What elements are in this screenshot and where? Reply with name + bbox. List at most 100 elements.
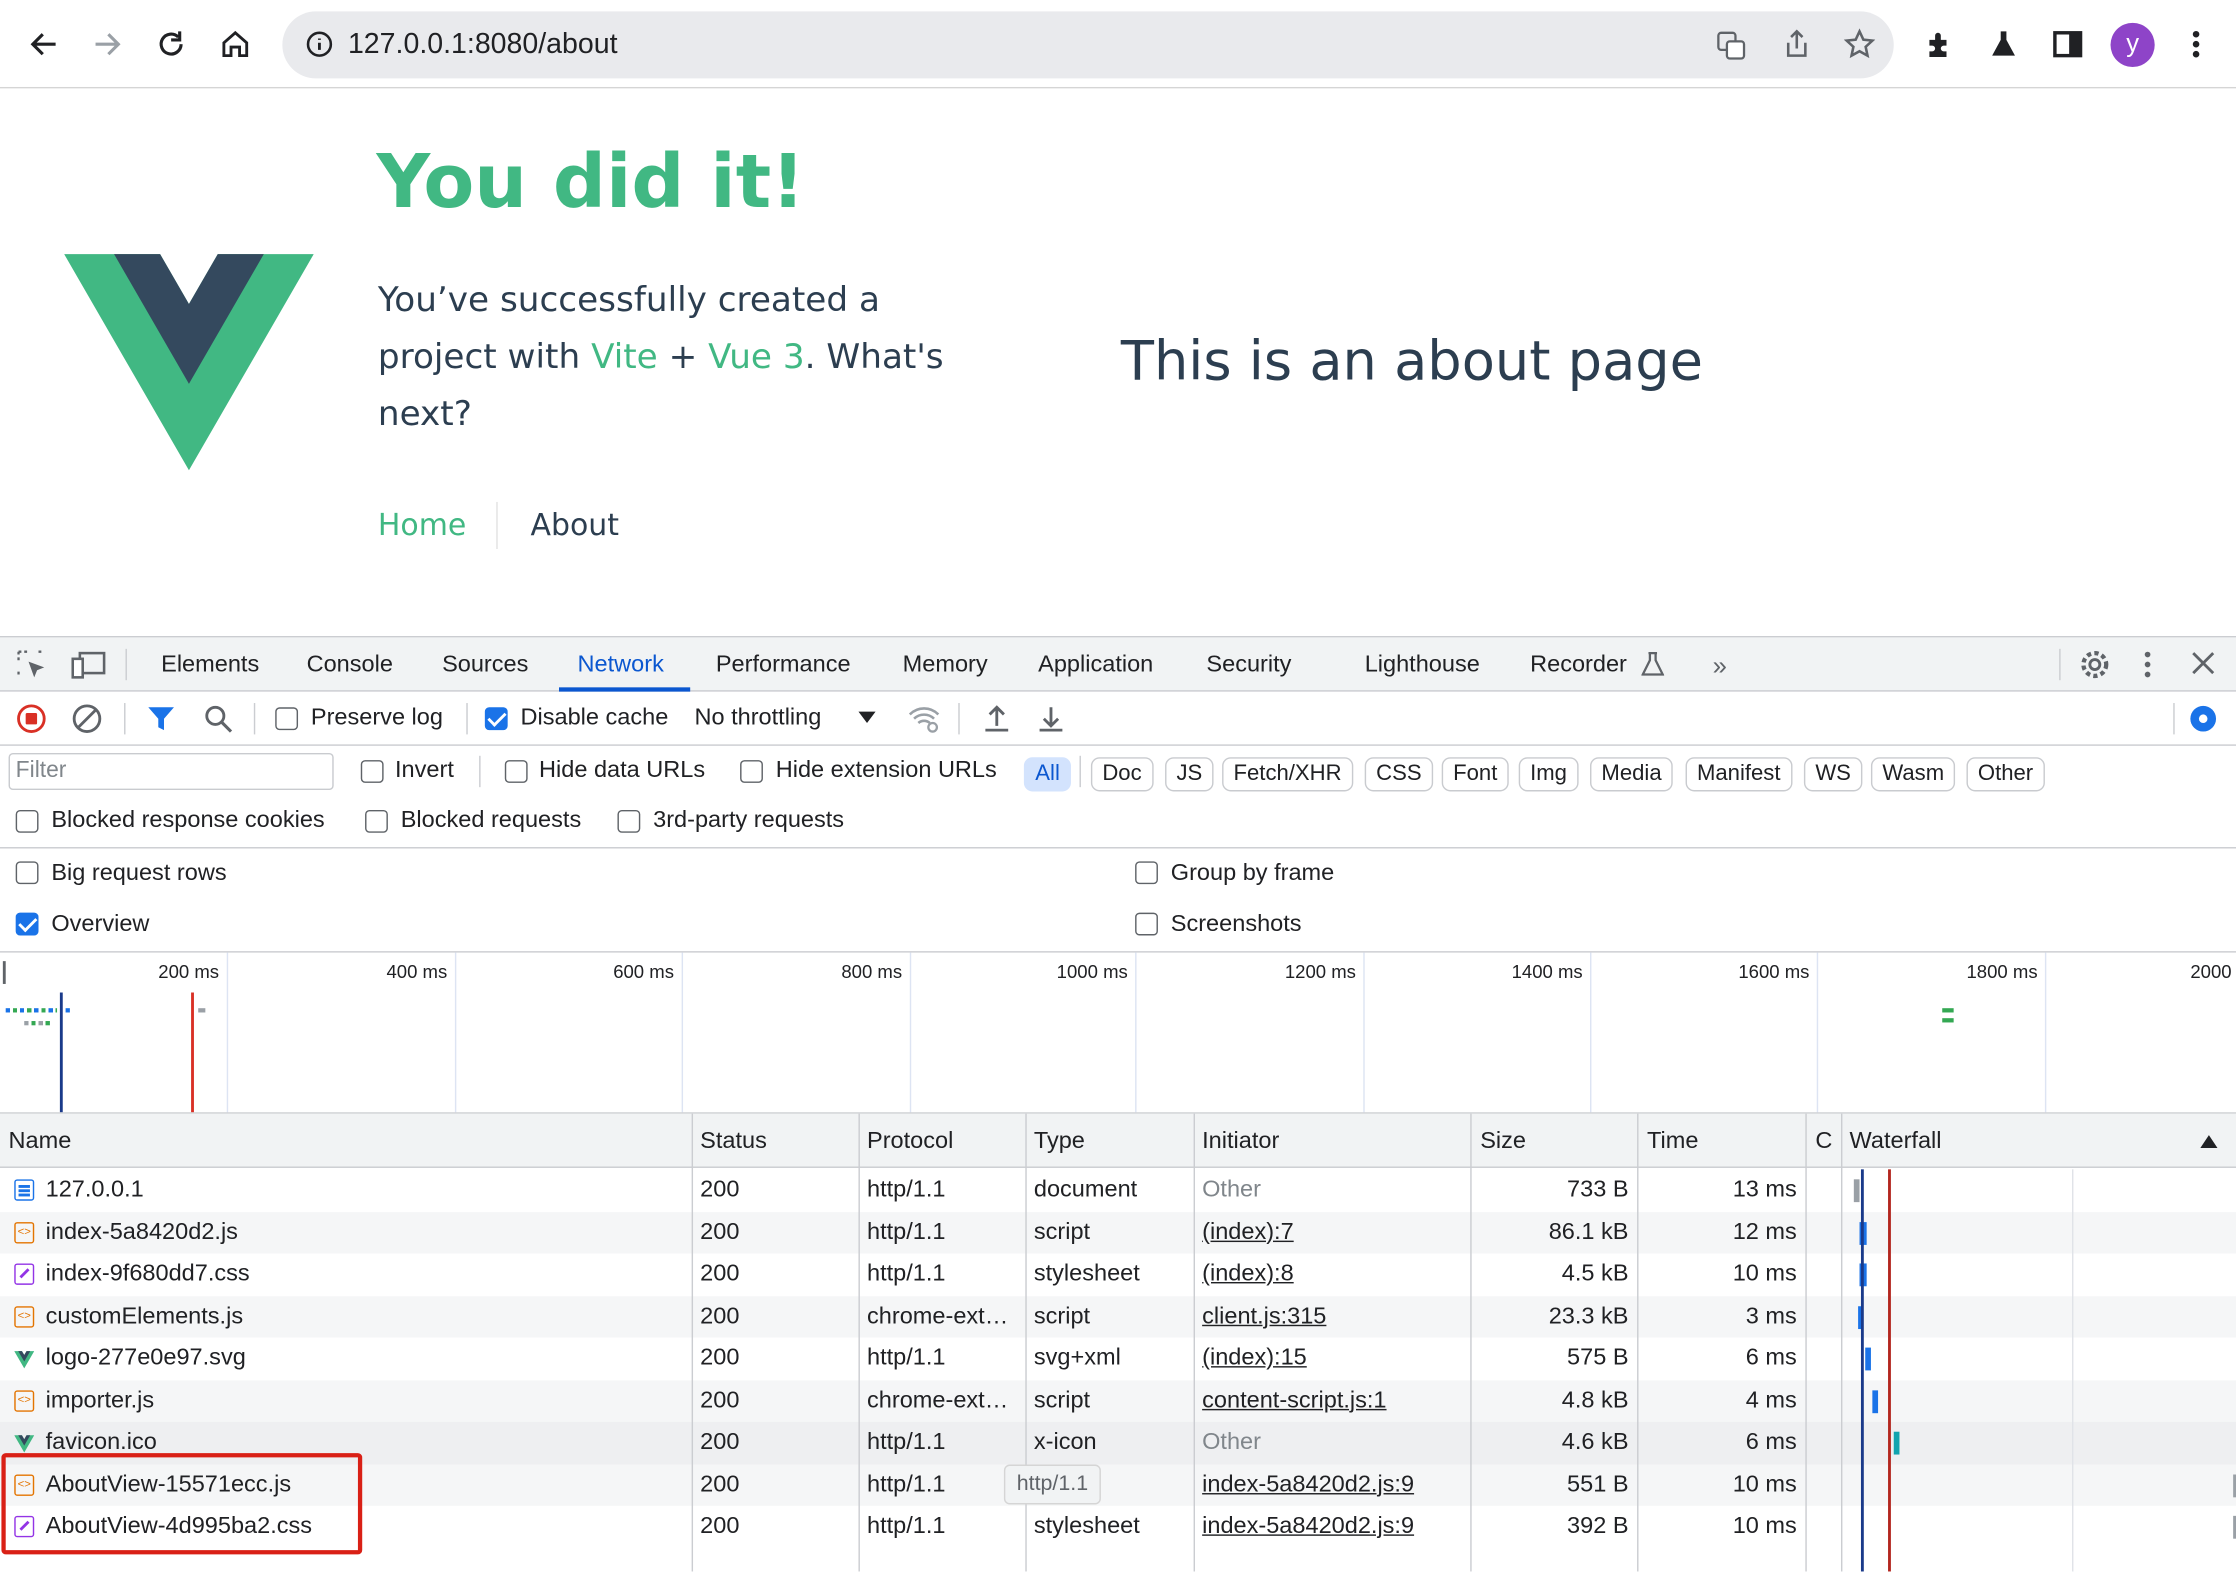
request-status: 200 [700,1218,740,1245]
tab-elements[interactable]: Elements [161,652,259,679]
nav-home-link[interactable]: Home [378,508,466,542]
table-row[interactable] [0,1379,2236,1422]
col-status[interactable]: Status [700,1128,767,1155]
browser-toolbar: 127.0.0.1:8080/about y [0,0,2236,89]
table-row[interactable] [0,1211,2236,1254]
bookmark-star-icon[interactable] [1843,28,1876,68]
menu-kebab-icon[interactable] [2172,20,2220,68]
type-filter-js[interactable]: JS [1165,757,1214,792]
devtools-menu-icon[interactable] [2143,649,2152,688]
share-icon[interactable] [1781,29,1812,68]
group-by-frame-checkbox[interactable] [1135,861,1158,885]
blocked-requests-checkbox[interactable] [365,809,388,833]
labs-flask-icon[interactable] [1979,20,2027,68]
col-type[interactable]: Type [1034,1128,1085,1155]
type-filter-manifest[interactable]: Manifest [1685,757,1792,792]
device-toolbar-icon[interactable] [71,649,106,688]
clear-icon[interactable] [71,703,102,742]
col-waterfall[interactable]: Waterfall [1850,1128,1942,1155]
nav-about-link[interactable]: About [530,508,619,542]
invert-checkbox[interactable] [360,760,384,783]
more-tabs-chevron-icon[interactable]: » [1713,652,1727,682]
request-initiator[interactable]: index-5a8420d2.js:9 [1202,1471,1414,1498]
col-size[interactable]: Size [1480,1128,1526,1155]
export-har-icon[interactable] [1035,703,1066,742]
home-icon[interactable] [211,20,259,68]
translate-icon[interactable] [1716,30,1747,69]
throttling-dropdown-arrow-icon[interactable] [858,711,876,723]
request-initiator[interactable]: (index):8 [1202,1261,1294,1288]
request-initiator[interactable]: content-script.js:1 [1202,1387,1386,1414]
search-icon[interactable] [202,703,233,742]
forward-icon[interactable] [83,20,131,68]
network-toolbar: Preserve log Disable cache No throttling [0,692,2236,746]
tab-application[interactable]: Application [1038,652,1153,679]
hide-extension-urls-checkbox[interactable] [740,760,763,783]
type-filter-doc[interactable]: Doc [1090,757,1154,792]
tab-lighthouse[interactable]: Lighthouse [1365,652,1480,679]
network-conditions-icon[interactable] [907,703,941,742]
request-initiator[interactable]: index-5a8420d2.js:9 [1202,1513,1414,1540]
request-initiator[interactable]: (index):15 [1202,1345,1307,1372]
overview-checkbox[interactable] [15,912,39,936]
tab-security[interactable]: Security [1206,652,1291,679]
vue-link[interactable]: Vue 3 [708,337,805,377]
screenshots-checkbox[interactable] [1135,912,1158,936]
request-initiator[interactable]: (index):7 [1202,1219,1294,1246]
big-rows-checkbox[interactable] [15,861,39,885]
type-filter-media[interactable]: Media [1590,757,1674,792]
disable-cache-checkbox[interactable] [484,707,508,731]
table-row[interactable] [0,1295,2236,1338]
col-protocol[interactable]: Protocol [867,1128,953,1155]
overview-timeline[interactable]: 200 ms 400 ms 600 ms 800 ms 1000 ms 1200… [0,952,2236,1113]
avatar[interactable]: y [2110,22,2155,68]
request-name: importer.js [45,1386,155,1413]
tab-console[interactable]: Console [307,652,393,679]
tab-memory[interactable]: Memory [903,652,988,679]
inspect-element-icon[interactable] [16,649,47,688]
col-initiator[interactable]: Initiator [1202,1128,1279,1155]
type-filter-img[interactable]: Img [1518,757,1579,792]
col-time[interactable]: Time [1647,1128,1698,1155]
close-devtools-icon[interactable] [2190,650,2216,683]
filter-input[interactable]: Filter [8,752,334,791]
back-icon[interactable] [20,20,68,68]
throttling-select[interactable]: No throttling [694,704,821,731]
type-filter-wasm[interactable]: Wasm [1870,757,1956,792]
tab-performance[interactable]: Performance [716,652,851,679]
type-filter-all[interactable]: All [1023,757,1072,792]
import-har-icon[interactable] [981,703,1012,742]
reload-icon[interactable] [147,20,195,68]
type-filter-fetch-xhr[interactable]: Fetch/XHR [1222,757,1354,792]
request-type: script [1033,1386,1091,1413]
request-time: 10 ms [1732,1513,1797,1539]
plus-text: + [657,336,709,377]
url-text: 127.0.0.1:8080/about [347,28,618,60]
request-type: script [1033,1302,1091,1329]
type-filter-font[interactable]: Font [1441,757,1509,792]
col-name[interactable]: Name [9,1128,72,1155]
blocked-cookies-checkbox[interactable] [15,809,39,833]
third-party-checkbox[interactable] [617,809,641,833]
col-c[interactable]: C [1815,1128,1832,1155]
record-stop-icon[interactable] [16,703,47,742]
network-settings-gear-icon[interactable] [2188,703,2219,742]
filter-funnel-icon[interactable] [145,703,176,742]
type-filter-other[interactable]: Other [1966,757,2045,792]
overview-handle[interactable] [2,961,6,984]
site-info-icon[interactable] [305,30,334,66]
extensions-icon[interactable] [1915,20,1963,68]
tab-network[interactable]: Network [578,652,664,679]
type-filter-ws[interactable]: WS [1803,757,1863,792]
vite-link[interactable]: Vite [591,337,658,377]
request-initiator[interactable]: client.js:315 [1202,1303,1326,1330]
tab-recorder[interactable]: Recorder [1530,652,1627,679]
tab-sources[interactable]: Sources [442,652,528,679]
type-filter-css[interactable]: CSS [1364,757,1433,792]
preserve-log-checkbox[interactable] [275,707,299,731]
hide-data-urls-checkbox[interactable] [504,760,528,783]
settings-gear-icon[interactable] [2079,649,2110,688]
sort-ascending-icon[interactable] [2200,1135,2218,1148]
side-panel-icon[interactable] [2043,20,2091,68]
address-bar[interactable]: 127.0.0.1:8080/about [282,11,1894,79]
